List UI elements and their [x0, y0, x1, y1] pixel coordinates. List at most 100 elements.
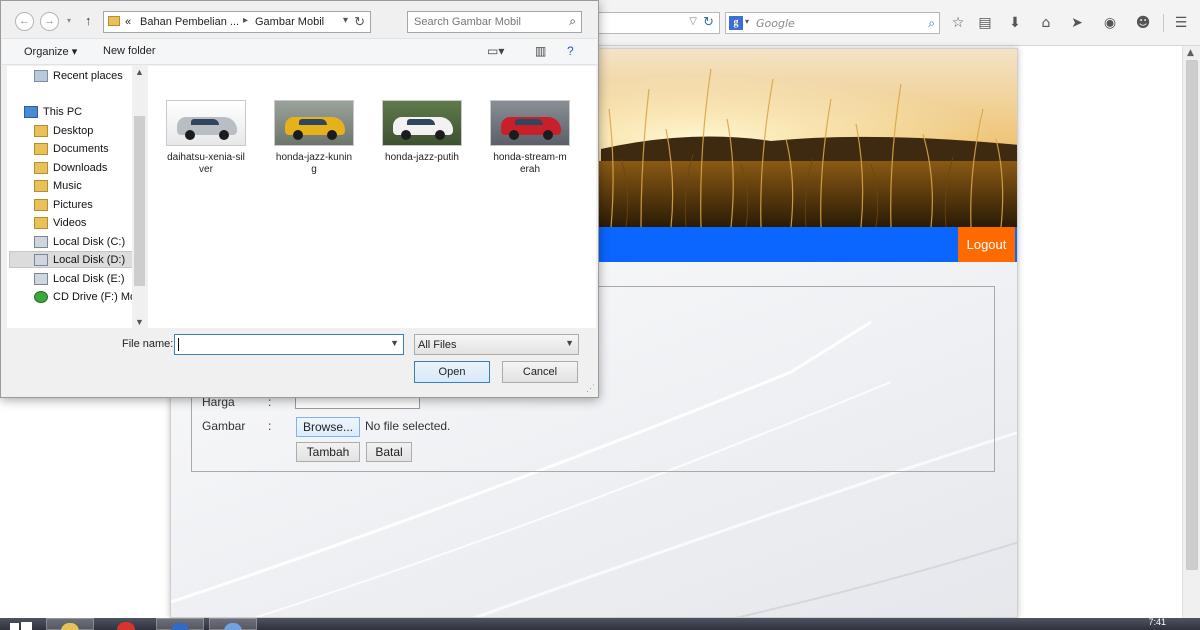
command-bar: Organize ▾ New folder ▭▾ ▥ ?: [2, 38, 597, 65]
file-explorer-icon: [61, 623, 79, 630]
download-icon[interactable]: ⬇: [1006, 14, 1024, 32]
url-history-dropdown-icon[interactable]: ▽: [689, 16, 697, 27]
scrollbar-thumb[interactable]: [134, 116, 145, 286]
chevron-down-icon[interactable]: ▼: [390, 338, 399, 348]
nav-item-downloads[interactable]: Downloads: [34, 160, 146, 177]
breadcrumb-chevron-icon[interactable]: ▸: [243, 15, 248, 26]
nav-item-label: Pictures: [53, 199, 93, 211]
cancel-button[interactable]: Cancel: [502, 361, 578, 383]
nav-item-label: Documents: [53, 143, 109, 155]
folder-search-placeholder: Search Gambar Mobil: [414, 16, 521, 28]
new-folder-button[interactable]: New folder: [103, 45, 156, 57]
up-folder-icon[interactable]: ↑: [85, 13, 92, 28]
toolbar-separator: [1163, 14, 1164, 32]
change-view-icon[interactable]: ▭▾: [487, 44, 504, 58]
search-engine-box[interactable]: g ▾ Google ⌕: [725, 12, 940, 34]
home-icon[interactable]: ⌂: [1037, 14, 1055, 32]
nav-item-recent-places[interactable]: Recent places: [34, 68, 146, 85]
logout-button[interactable]: Logout: [958, 227, 1015, 262]
cd-drive-icon: [34, 291, 48, 303]
file-type-select[interactable]: All Files ▼: [414, 334, 579, 355]
nav-item-label: Music: [53, 180, 82, 192]
taskbar-app-firefox[interactable]: [156, 618, 204, 630]
chat-icon[interactable]: ☻: [1134, 14, 1152, 32]
file-thumbnail: [166, 100, 246, 146]
taskbar-clock[interactable]: 7:41: [1148, 617, 1166, 627]
scroll-up-icon[interactable]: ▲: [135, 67, 144, 77]
file-item-honda-jazz-putih[interactable]: honda-jazz-putih: [376, 100, 468, 164]
folder-icon: [34, 162, 48, 174]
preview-pane-icon[interactable]: ▥: [535, 44, 546, 58]
file-open-dialog: ← → ▾ ↑ « Bahan Pembelian ... ▸ Gambar M…: [0, 0, 599, 398]
nav-item-local-disk-e[interactable]: Local Disk (E:): [34, 271, 146, 288]
batal-button[interactable]: Batal: [366, 442, 412, 462]
windows-start-icon[interactable]: [8, 620, 34, 630]
google-logo-icon[interactable]: g: [729, 16, 743, 30]
search-placeholder: Google: [756, 17, 795, 30]
menu-icon[interactable]: ☰: [1172, 14, 1190, 32]
nav-item-desktop[interactable]: Desktop: [34, 123, 146, 140]
nav-item-cd-drive-f[interactable]: CD Drive (F:) Mol: [34, 289, 146, 306]
nav-item-label: Recent places: [53, 70, 123, 82]
no-file-selected-text: No file selected.: [365, 419, 451, 433]
open-button[interactable]: Open: [414, 361, 490, 383]
file-type-value: All Files: [418, 339, 457, 351]
page-scrollbar[interactable]: ▲: [1182, 46, 1200, 618]
drive-icon: [34, 273, 48, 285]
organize-menu[interactable]: Organize ▾: [24, 45, 77, 58]
reload-icon[interactable]: ↻: [703, 15, 714, 30]
windows-taskbar: 7:41: [0, 617, 1200, 630]
refresh-icon[interactable]: ↻: [354, 14, 365, 30]
taskbar-app-chrome[interactable]: [103, 618, 151, 630]
taskbar-app-tool[interactable]: [209, 618, 257, 630]
nav-item-pictures[interactable]: Pictures: [34, 197, 146, 214]
scrollbar-thumb[interactable]: [1186, 60, 1198, 570]
forward-icon[interactable]: →: [40, 12, 59, 31]
nav-pane-scrollbar[interactable]: ▲ ▼: [132, 66, 147, 328]
nav-item-this-pc[interactable]: This PC: [24, 104, 146, 121]
nav-item-music[interactable]: Music: [34, 178, 146, 195]
scroll-up-icon[interactable]: ▲: [1187, 48, 1194, 58]
file-name-line: daihatsu-xenia-sil: [167, 152, 245, 163]
folder-icon: [34, 217, 48, 229]
chevron-down-icon[interactable]: ▼: [565, 338, 574, 348]
breadcrumb-item-bahan[interactable]: Bahan Pembelian ...: [140, 16, 239, 28]
chrome-icon: [117, 622, 135, 630]
breadcrumb-item-gambar-mobil[interactable]: Gambar Mobil: [255, 16, 324, 28]
engine-dropdown-icon[interactable]: ▾: [745, 17, 749, 26]
file-name-input[interactable]: ▼: [174, 334, 404, 355]
folder-icon: [108, 16, 120, 26]
file-item-honda-stream-merah[interactable]: honda-stream-m erah: [484, 100, 576, 176]
back-icon[interactable]: ←: [15, 12, 34, 31]
folder-icon: [34, 199, 48, 211]
tambah-button[interactable]: Tambah: [296, 442, 360, 462]
nav-item-label: Local Disk (C:): [53, 236, 126, 248]
bookmark-star-icon[interactable]: ☆: [949, 14, 967, 32]
nav-item-documents[interactable]: Documents: [34, 141, 146, 158]
help-icon[interactable]: ?: [567, 44, 574, 58]
this-pc-icon: [24, 106, 38, 118]
nav-item-local-disk-d[interactable]: Local Disk (D:): [9, 251, 137, 268]
resize-grip-icon[interactable]: ⋰: [586, 383, 595, 394]
file-item-daihatsu-xenia-silver[interactable]: daihatsu-xenia-sil ver: [160, 100, 252, 176]
breadcrumb-overflow[interactable]: «: [125, 16, 131, 28]
address-bar[interactable]: « Bahan Pembelian ... ▸ Gambar Mobil ▾ ↻: [103, 11, 371, 33]
search-icon[interactable]: ⌕: [928, 16, 935, 31]
send-icon[interactable]: ➤: [1068, 14, 1086, 32]
url-bar[interactable]: ▽ ↻: [590, 12, 720, 34]
folder-icon: [34, 180, 48, 192]
file-item-honda-jazz-kuning[interactable]: honda-jazz-kunin g: [268, 100, 360, 176]
nav-item-label: Videos: [53, 217, 87, 229]
scroll-down-icon[interactable]: ▼: [135, 317, 144, 327]
file-name-line: g: [311, 164, 317, 175]
pocket-icon[interactable]: ◉: [1101, 14, 1119, 32]
folder-search-input[interactable]: Search Gambar Mobil ⌕: [407, 11, 582, 33]
taskbar-app-explorer[interactable]: [46, 618, 94, 630]
reading-list-icon[interactable]: ▤: [976, 14, 994, 32]
browse-button[interactable]: Browse...: [296, 417, 360, 437]
nav-item-videos[interactable]: Videos: [34, 215, 146, 232]
recent-locations-dropdown-icon[interactable]: ▾: [67, 16, 71, 25]
nav-item-local-disk-c[interactable]: Local Disk (C:): [34, 234, 146, 251]
address-dropdown-icon[interactable]: ▾: [343, 15, 348, 26]
search-icon[interactable]: ⌕: [569, 14, 576, 29]
